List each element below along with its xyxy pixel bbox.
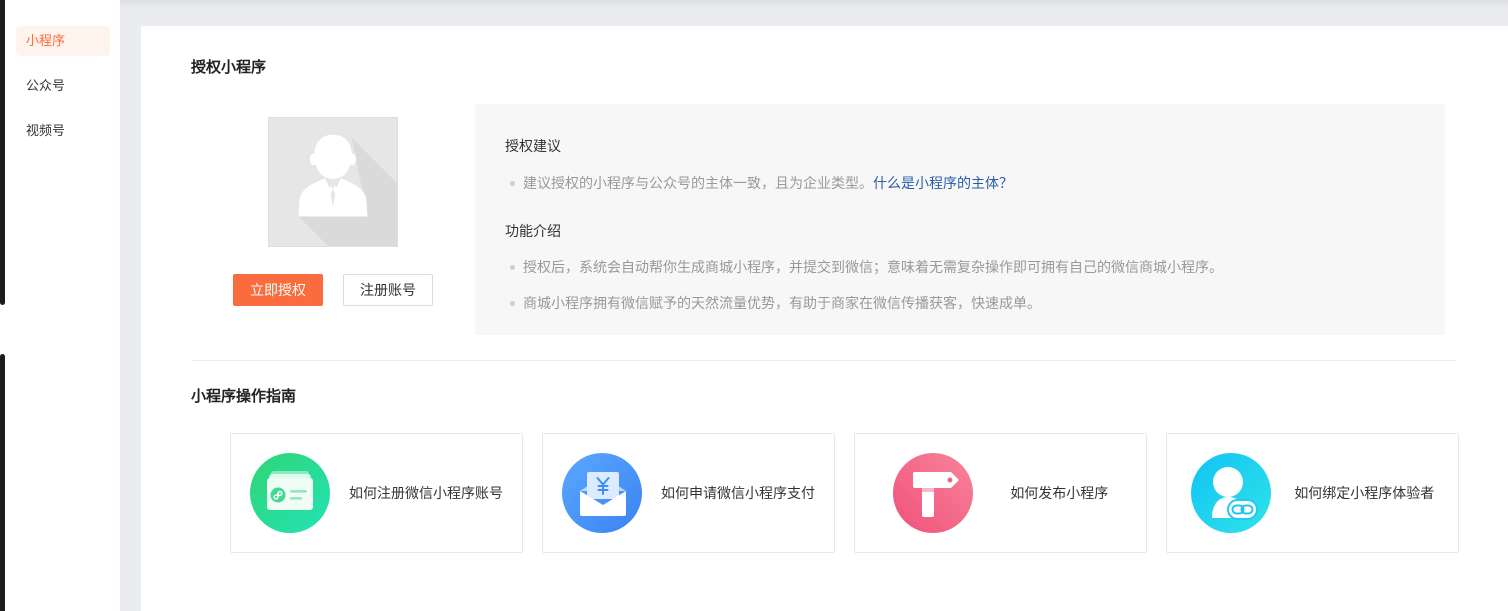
left-frame-bar-top xyxy=(0,0,5,305)
features-heading: 功能介绍 xyxy=(505,223,561,239)
guide-card-label: 如何绑定小程序体验者 xyxy=(1294,485,1435,501)
guide-card-label: 如何申请微信小程序支付 xyxy=(661,485,815,501)
section-divider xyxy=(191,360,1457,361)
suggestion-item: 建议授权的小程序与公众号的主体一致，且为企业类型。什么是小程序的主体？ xyxy=(510,173,1013,193)
mini-program-avatar xyxy=(268,117,398,247)
feature-item: 授权后，系统会自动帮你生成商城小程序，并提交到微信；意味着无需复杂操作即可拥有自… xyxy=(510,259,1223,275)
user-link-icon xyxy=(1190,453,1271,533)
guide-card-label: 如何发布小程序 xyxy=(1010,485,1109,501)
guide-card-label: 如何注册微信小程序账号 xyxy=(349,485,503,501)
authorize-section-title: 授权小程序 xyxy=(191,59,267,76)
authorize-now-button[interactable]: 立即授权 xyxy=(233,274,323,306)
guide-card-apply-payment[interactable]: 如何申请微信小程序支付 xyxy=(542,433,835,553)
user-placeholder-icon xyxy=(269,118,397,246)
signpost-icon xyxy=(892,453,973,533)
sidebar: 小程序 公众号 视频号 xyxy=(0,0,120,611)
payment-envelope-icon xyxy=(562,453,642,533)
feature-item: 商城小程序拥有微信赋予的天然流量优势，有助于商家在微信传播获客，快速成单。 xyxy=(510,295,1041,311)
guide-card-publish[interactable]: 如何发布小程序 xyxy=(854,433,1147,553)
suggestion-heading: 授权建议 xyxy=(505,138,561,154)
main-content: 授权小程序 立即授权 注册账号 授权建议 建议授权的小程序与公众号的主体一致，且… xyxy=(141,26,1508,611)
sidebar-item-mini-program[interactable]: 小程序 xyxy=(16,26,110,56)
mini-program-card-icon xyxy=(250,453,330,533)
left-frame-bar-bottom xyxy=(0,354,5,611)
authorization-info-panel: 授权建议 建议授权的小程序与公众号的主体一致，且为企业类型。什么是小程序的主体？… xyxy=(475,104,1445,335)
sidebar-item-channels[interactable]: 视频号 xyxy=(16,116,110,146)
header-shadow xyxy=(120,0,1508,9)
guide-section-title: 小程序操作指南 xyxy=(191,388,297,405)
what-is-subject-link[interactable]: 什么是小程序的主体？ xyxy=(873,175,1013,191)
sidebar-item-official-account[interactable]: 公众号 xyxy=(16,71,110,101)
suggestion-text: 建议授权的小程序与公众号的主体一致，且为企业类型。 xyxy=(523,175,873,191)
guide-card-bind-tester[interactable]: 如何绑定小程序体验者 xyxy=(1166,433,1459,553)
guide-card-list: 如何注册微信小程序账号 如何申请微信小程序支付 如何发布小程序 如何绑定小程序体… xyxy=(230,433,1459,553)
guide-card-register-account[interactable]: 如何注册微信小程序账号 xyxy=(230,433,523,553)
register-account-button[interactable]: 注册账号 xyxy=(343,274,433,306)
